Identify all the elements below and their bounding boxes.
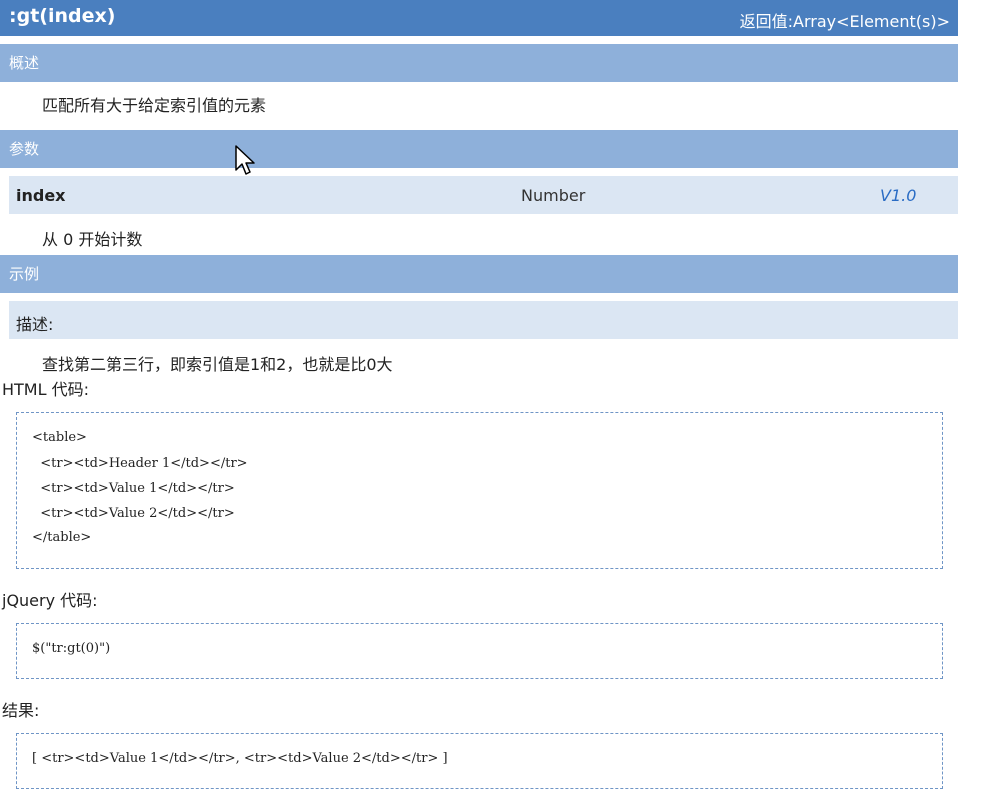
- section-example-header: 示例: [0, 255, 958, 293]
- example-desc-label: 描述:: [16, 315, 54, 334]
- param-description: 从 0 开始计数: [42, 230, 143, 249]
- param-version: V1.0: [880, 186, 917, 205]
- html-code-line: </table>: [32, 530, 92, 545]
- section-params-label: 参数: [9, 140, 40, 158]
- return-value: 返回值:Array<Element(s)>: [739, 12, 950, 31]
- html-code-line: <tr><td>Value 2</td></tr>: [32, 506, 235, 521]
- section-overview-header: 概述: [0, 44, 958, 82]
- section-params-header: 参数: [0, 130, 958, 168]
- jquery-code-box: $("tr:gt(0)"): [16, 623, 943, 679]
- result-label: 结果:: [2, 701, 40, 720]
- doc-page: :gt(index) 返回值:Array<Element(s)> 概述 匹配所有…: [0, 0, 988, 807]
- param-name: index: [16, 186, 66, 205]
- param-type: Number: [521, 186, 586, 205]
- overview-text: 匹配所有大于给定索引值的元素: [42, 96, 267, 115]
- param-row: index Number V1.0: [9, 176, 958, 214]
- section-overview-label: 概述: [9, 54, 40, 72]
- result-code-line: [ <tr><td>Value 1</td></tr>, <tr><td>Val…: [32, 751, 448, 766]
- result-code-box: [ <tr><td>Value 1</td></tr>, <tr><td>Val…: [16, 733, 943, 789]
- title-bar: :gt(index) 返回值:Array<Element(s)>: [0, 0, 958, 36]
- html-code-label: HTML 代码:: [2, 380, 90, 399]
- example-desc-text: 查找第二第三行，即索引值是1和2，也就是比0大: [42, 355, 393, 374]
- html-code-line: <table>: [32, 430, 87, 445]
- jquery-code-label: jQuery 代码:: [2, 591, 98, 610]
- page-title: :gt(index): [9, 5, 116, 27]
- html-code-box: <table> <tr><td>Header 1</td></tr> <tr><…: [16, 412, 943, 569]
- mouse-pointer-icon: [235, 145, 255, 175]
- example-desc-row: 描述:: [9, 301, 958, 339]
- html-code-line: <tr><td>Value 1</td></tr>: [32, 481, 235, 496]
- section-example-label: 示例: [9, 265, 40, 283]
- jquery-code-line: $("tr:gt(0)"): [32, 641, 111, 656]
- html-code-line: <tr><td>Header 1</td></tr>: [32, 456, 248, 471]
